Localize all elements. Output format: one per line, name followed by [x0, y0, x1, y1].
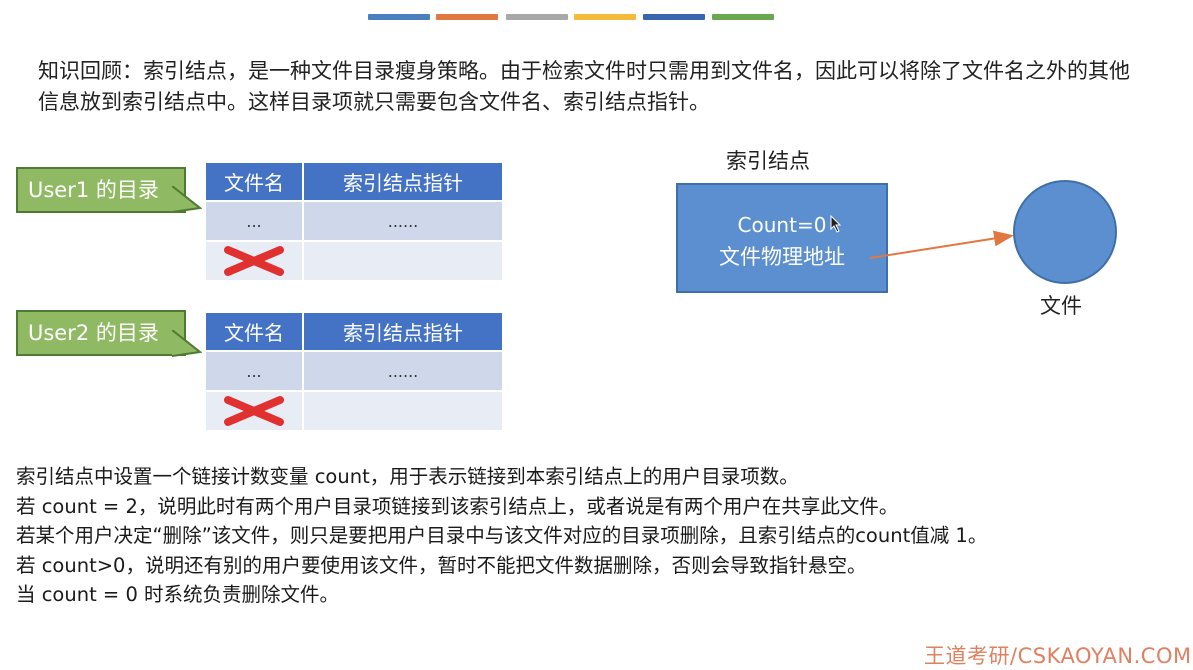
inode-title: 索引结点: [726, 149, 810, 173]
user2-callout-label: User2 的目录: [28, 321, 159, 345]
user1-empty-pointer: [302, 240, 504, 282]
header-bar-yellow: [574, 14, 636, 20]
user2-cell-pointer: ......: [302, 350, 504, 392]
intro-text: 知识回顾：索引结点，是一种文件目录瘦身策略。由于检索文件时只需用到文件名，因此可…: [38, 59, 1130, 114]
explanation-line-1: 索引结点中设置一个链接计数变量 count，用于表示链接到本索引结点上的用户目录…: [16, 465, 799, 488]
table-row: ... ......: [204, 350, 504, 392]
delete-x-icon: [224, 396, 284, 426]
table-row: ... ......: [204, 200, 504, 242]
user2-cell-filename: ...: [204, 350, 304, 392]
explanation-text: 索引结点中设置一个链接计数变量 count，用于表示链接到本索引结点上的用户目录…: [16, 462, 1166, 610]
header-bar-orange: [436, 14, 498, 20]
header-bar-navy: [643, 14, 705, 20]
user1-cell-filename: ...: [204, 200, 304, 242]
explanation-line-5: 当 count = 0 时系统负责删除文件。: [16, 583, 340, 606]
header-bar-green: [712, 14, 774, 20]
user1-cell-pointer: ......: [302, 200, 504, 242]
explanation-line-3: 若某个用户决定“删除”该文件，则只是要把用户目录中与该文件对应的目录项删除，且索…: [16, 524, 988, 547]
user1-callout: User1 的目录: [16, 167, 186, 213]
user1-header-filename: 文件名: [204, 161, 304, 202]
mouse-cursor-icon: [830, 215, 842, 233]
inode-physical-address: 文件物理地址: [719, 245, 845, 269]
file-label: 文件: [1040, 294, 1082, 318]
user2-empty-pointer: [302, 390, 504, 432]
user1-directory-table: 文件名 索引结点指针 ... ......: [204, 161, 504, 282]
explanation-line-4: 若 count>0，说明还有别的用户要使用该文件，暂时不能把文件数据删除，否则会…: [16, 553, 867, 577]
file-circle: [1013, 180, 1117, 284]
user2-header-filename: 文件名: [204, 311, 304, 352]
table-row: [204, 390, 504, 432]
user1-header-inode-pointer: 索引结点指针: [302, 161, 504, 202]
user2-header-inode-pointer: 索引结点指针: [302, 311, 504, 352]
user2-callout-tail: [172, 330, 202, 357]
inode-box: Count=0 文件物理地址: [676, 183, 888, 293]
user1-callout-tail: [172, 186, 202, 213]
table-row: [204, 240, 504, 282]
delete-x-icon: [224, 246, 284, 276]
user2-deleted-entry: [204, 390, 304, 432]
explanation-line-2: 若 count = 2，说明此时有两个用户目录项链接到该索引结点上，或者说是有两…: [16, 494, 899, 518]
header-bar-gray: [506, 14, 568, 20]
header-bar-blue: [368, 14, 430, 20]
user1-deleted-entry: [204, 240, 304, 282]
watermark: 王道考研/CSKAOYAN.COM: [924, 644, 1192, 668]
inode-count: Count=0: [737, 213, 827, 237]
user1-callout-label: User1 的目录: [28, 178, 159, 202]
user2-callout: User2 的目录: [16, 310, 186, 356]
user2-directory-table: 文件名 索引结点指针 ... ......: [204, 311, 504, 432]
